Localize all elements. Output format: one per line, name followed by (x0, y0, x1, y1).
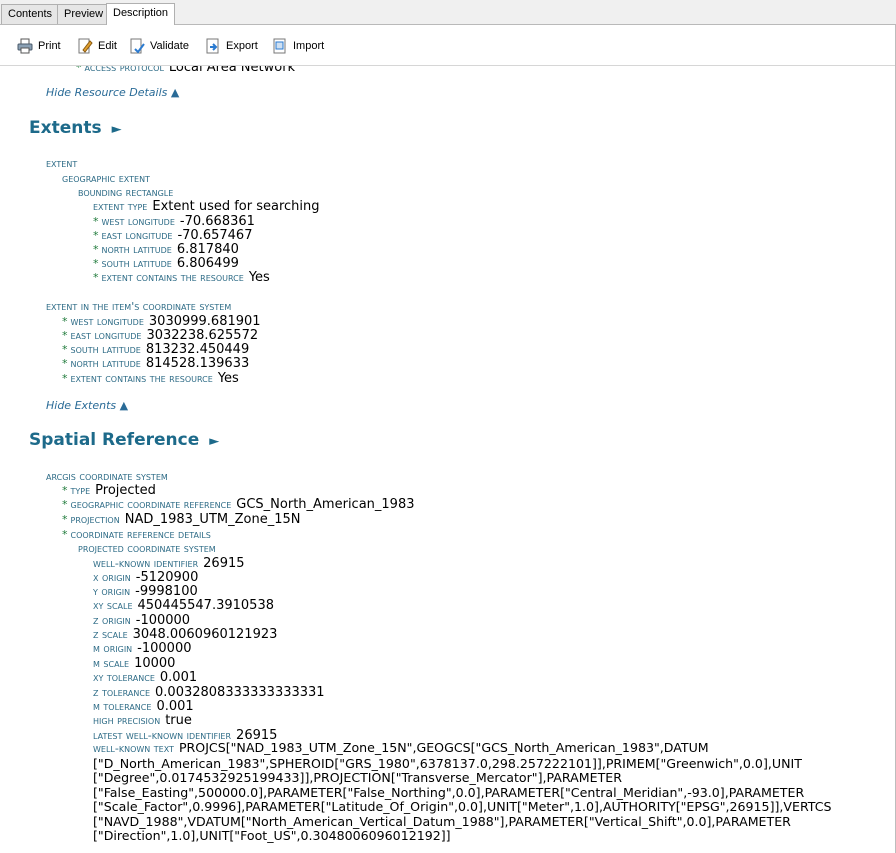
projection-row: * Projection NAD_1983_UTM_Zone_15N (62, 512, 301, 527)
spatial-reference-title: Spatial Reference (29, 430, 200, 450)
extents-section-title[interactable]: Extents ► (29, 118, 122, 138)
required-star: * (93, 271, 99, 284)
geographic-reference-row: * Geographic coordinate reference GCS_Nort… (62, 497, 415, 512)
hide-extents-link[interactable]: Hide Extents ▲ (46, 399, 128, 412)
extent-heading: Extent (46, 157, 78, 170)
expand-arrow-icon: ► (209, 434, 220, 449)
printer-icon (17, 38, 33, 54)
export-button[interactable]: Export (205, 37, 258, 55)
well-known-text-label: Well-known text (93, 742, 174, 755)
export-icon (205, 38, 221, 54)
xy-scale-row: XY scale 450445547.3910538 (93, 598, 274, 613)
edit-icon (77, 38, 93, 54)
extents-title: Extents (29, 118, 102, 138)
tab-description[interactable]: Description (106, 3, 176, 26)
required-star: * (62, 372, 68, 385)
high-precision-row: High precision true (93, 713, 192, 728)
tab-contents[interactable]: Contents (1, 4, 60, 24)
well-known-text-value: PROJCS["NAD_1983_UTM_Zone_15N",GEOGCS["G… (93, 740, 832, 843)
export-label: Export (226, 40, 258, 52)
edit-label: Edit (98, 40, 117, 52)
edit-button[interactable]: Edit (77, 37, 117, 55)
required-star: * (76, 66, 82, 74)
expand-arrow-icon: ► (111, 122, 122, 137)
spatial-reference-section-title[interactable]: Spatial Reference ► (29, 430, 219, 450)
required-star: * (62, 357, 68, 370)
validate-icon (129, 38, 145, 54)
xy-tolerance-row: XY tolerance 0.001 (93, 670, 198, 685)
extent-contains-row: * Extent contains the resource Yes (93, 270, 270, 285)
print-button[interactable]: Print (17, 37, 61, 55)
item-north-latitude-row: * North latitude 814528.139633 (62, 356, 250, 371)
access-protocol-row: * Access protocol Local Area Network (76, 66, 295, 75)
tab-preview[interactable]: Preview (57, 4, 111, 24)
well-known-text-block: Well-known text PROJCS["NAD_1983_UTM_Zone… (93, 740, 873, 844)
m-origin-row: M origin -100000 (93, 641, 192, 656)
extent-type-row: Extent type Extent used for searching (93, 199, 320, 214)
hide-resource-details-link[interactable]: Hide Resource Details ▲ (46, 86, 179, 99)
validate-button[interactable]: Validate (129, 37, 189, 55)
toolbar: Print Edit Validate Export Import (0, 25, 896, 66)
import-icon (272, 38, 288, 54)
projected-coordinate-system-heading: Projected coordinate system (78, 542, 216, 555)
item-extent-heading: Extent in the item's coordinate system (46, 300, 232, 313)
access-protocol-value: Local Area Network (168, 66, 296, 75)
required-star: * (62, 513, 68, 526)
tab-bar: Contents Preview Description (0, 0, 896, 26)
import-label: Import (293, 40, 325, 52)
description-content: * Access protocol Local Area Network Hide … (0, 66, 896, 853)
print-label: Print (38, 40, 61, 52)
required-star: * (62, 528, 68, 541)
required-star: * (62, 498, 68, 511)
item-extent-contains-row: * Extent contains the resource Yes (62, 371, 239, 386)
validate-label: Validate (150, 40, 189, 52)
import-button[interactable]: Import (272, 37, 324, 55)
access-protocol-label: Access protocol (84, 66, 164, 74)
